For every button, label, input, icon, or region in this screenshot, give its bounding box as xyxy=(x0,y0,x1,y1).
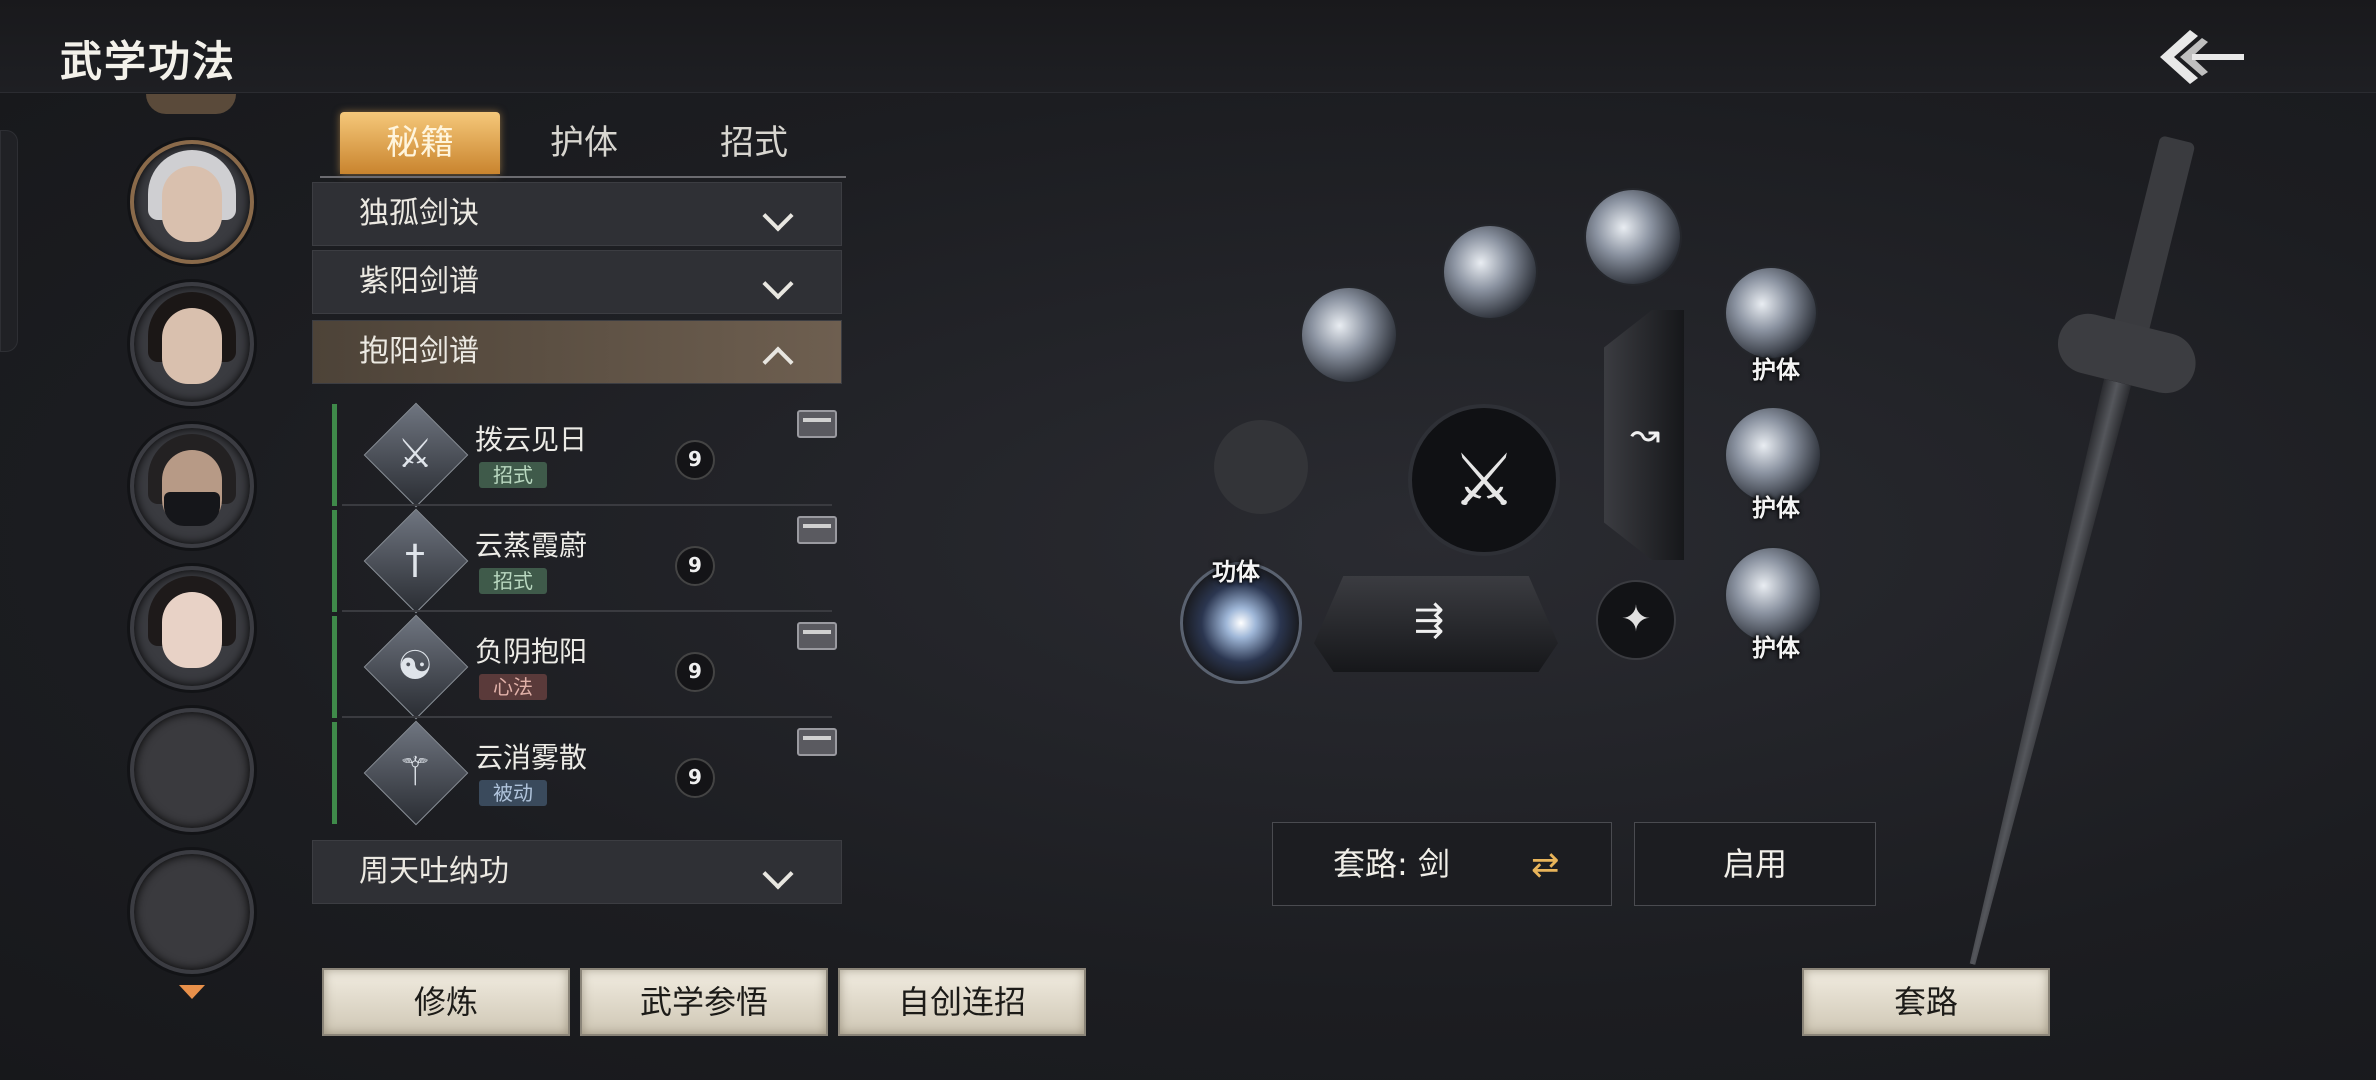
skill-row[interactable]: ⚔ 拨云见日 招式 9 xyxy=(332,402,837,508)
skill-name: 负阴抱阳 xyxy=(475,635,588,668)
enable-button[interactable]: 启用 xyxy=(1634,822,1876,906)
equip-tray-icon[interactable] xyxy=(797,410,837,438)
top-bar: 武学功法 xyxy=(0,0,2376,93)
tab-moves[interactable]: 招式 xyxy=(674,112,834,174)
slot-label: 护体 xyxy=(1752,494,1800,522)
target-lock-button[interactable]: ✦ xyxy=(1596,580,1676,660)
skill-glyph: † xyxy=(405,537,425,583)
dash-icon: ⇶ xyxy=(1414,600,1445,641)
skill-slot-sword-icon[interactable] xyxy=(1444,226,1536,318)
section-header[interactable]: 独孤剑诀 xyxy=(312,182,842,246)
section-title: 独孤剑诀 xyxy=(359,196,479,231)
skill-row[interactable]: ⚚ 云消雾散 被动 9 xyxy=(332,720,837,826)
dodge-button[interactable]: ↝ xyxy=(1604,310,1684,560)
combo-button[interactable]: 自创连招 xyxy=(838,968,1086,1036)
skill-name: 拨云见日 xyxy=(475,423,588,456)
skill-tag: 招式 xyxy=(479,462,547,488)
avatar-face xyxy=(162,592,222,668)
routine-label: 套路: 剑 xyxy=(1333,845,1450,883)
skill-row[interactable]: † 云蒸霞蔚 招式 9 xyxy=(332,508,837,614)
tab-secret-books[interactable]: 秘籍 xyxy=(340,112,500,174)
skill-tag: 心法 xyxy=(479,674,547,700)
equip-tray-icon[interactable] xyxy=(797,728,837,756)
section-header-expanded[interactable]: 抱阳剑谱 xyxy=(312,320,842,384)
slot-label: 护体 xyxy=(1752,356,1800,384)
empty-skill-slot[interactable] xyxy=(1214,420,1308,514)
skill-tag: 招式 xyxy=(479,568,547,594)
avatar[interactable] xyxy=(130,282,254,406)
tab-bar: 秘籍 护体 招式 xyxy=(324,112,844,178)
skill-tag: 被动 xyxy=(479,780,547,806)
section-title: 紫阳剑谱 xyxy=(359,264,479,299)
section-title: 周天吐纳功 xyxy=(359,854,509,889)
skill-slot-slash-icon[interactable] xyxy=(1586,190,1680,284)
tab-underline xyxy=(320,176,846,178)
chevron-down-icon xyxy=(762,200,794,232)
core-label: 功体 xyxy=(1212,558,1260,586)
avatar[interactable] xyxy=(130,140,254,264)
page-title: 武学功法 xyxy=(60,37,237,86)
chevron-up-icon xyxy=(762,346,794,378)
train-button[interactable]: 修炼 xyxy=(322,968,570,1036)
side-handle[interactable] xyxy=(0,130,18,352)
avatar[interactable] xyxy=(130,424,254,548)
avatar-face xyxy=(162,308,222,384)
skill-level-badge: 9 xyxy=(675,440,715,480)
divider xyxy=(342,610,832,612)
main-attack-button[interactable]: ⚔ xyxy=(1408,404,1560,556)
skill-slot-guard-icon[interactable] xyxy=(1726,268,1816,358)
divider xyxy=(342,504,832,506)
skill-name: 云消雾散 xyxy=(475,741,588,774)
routine-button[interactable]: 套路 xyxy=(1802,968,2050,1036)
skill-row[interactable]: ☯ 负阴抱阳 心法 9 xyxy=(332,614,837,720)
avatar-mask xyxy=(164,492,220,526)
avatar-empty-slot[interactable] xyxy=(130,850,254,974)
skill-name: 云蒸霞蔚 xyxy=(475,529,588,562)
skill-glyph: ⚚ xyxy=(397,749,433,795)
sword-icon: ⚔ xyxy=(1451,438,1517,522)
avatar-partial[interactable] xyxy=(146,94,236,114)
skill-level-badge: 9 xyxy=(675,546,715,586)
skill-glyph: ⚔ xyxy=(397,431,433,477)
back-arrow-icon[interactable] xyxy=(2152,22,2252,92)
skill-slot-wave-icon[interactable] xyxy=(1302,288,1396,382)
avatar-empty-slot[interactable] xyxy=(130,708,254,832)
skill-glyph: ☯ xyxy=(397,643,433,689)
chevron-down-icon xyxy=(762,858,794,890)
equip-tray-icon[interactable] xyxy=(797,622,837,650)
routine-selector[interactable]: 套路: 剑 ⇄ xyxy=(1272,822,1612,906)
insight-button[interactable]: 武学参悟 xyxy=(580,968,828,1036)
crosshair-icon: ✦ xyxy=(1620,599,1652,640)
scroll-down-icon[interactable] xyxy=(179,985,205,999)
swap-icon[interactable]: ⇄ xyxy=(1531,845,1560,885)
equip-tray-icon[interactable] xyxy=(797,516,837,544)
skill-level-badge: 9 xyxy=(675,652,715,692)
section-header[interactable]: 周天吐纳功 xyxy=(312,840,842,904)
dash-button[interactable]: ⇶ xyxy=(1314,576,1558,672)
avatar[interactable] xyxy=(130,566,254,690)
slot-label: 护体 xyxy=(1752,634,1800,662)
section-title: 抱阳剑谱 xyxy=(359,334,479,369)
tab-protection[interactable]: 护体 xyxy=(504,112,664,174)
divider xyxy=(342,716,832,718)
chevron-down-icon xyxy=(762,268,794,300)
section-header[interactable]: 紫阳剑谱 xyxy=(312,250,842,314)
avatar-face xyxy=(162,166,222,242)
dodge-icon: ↝ xyxy=(1630,414,1661,455)
skill-level-badge: 9 xyxy=(675,758,715,798)
